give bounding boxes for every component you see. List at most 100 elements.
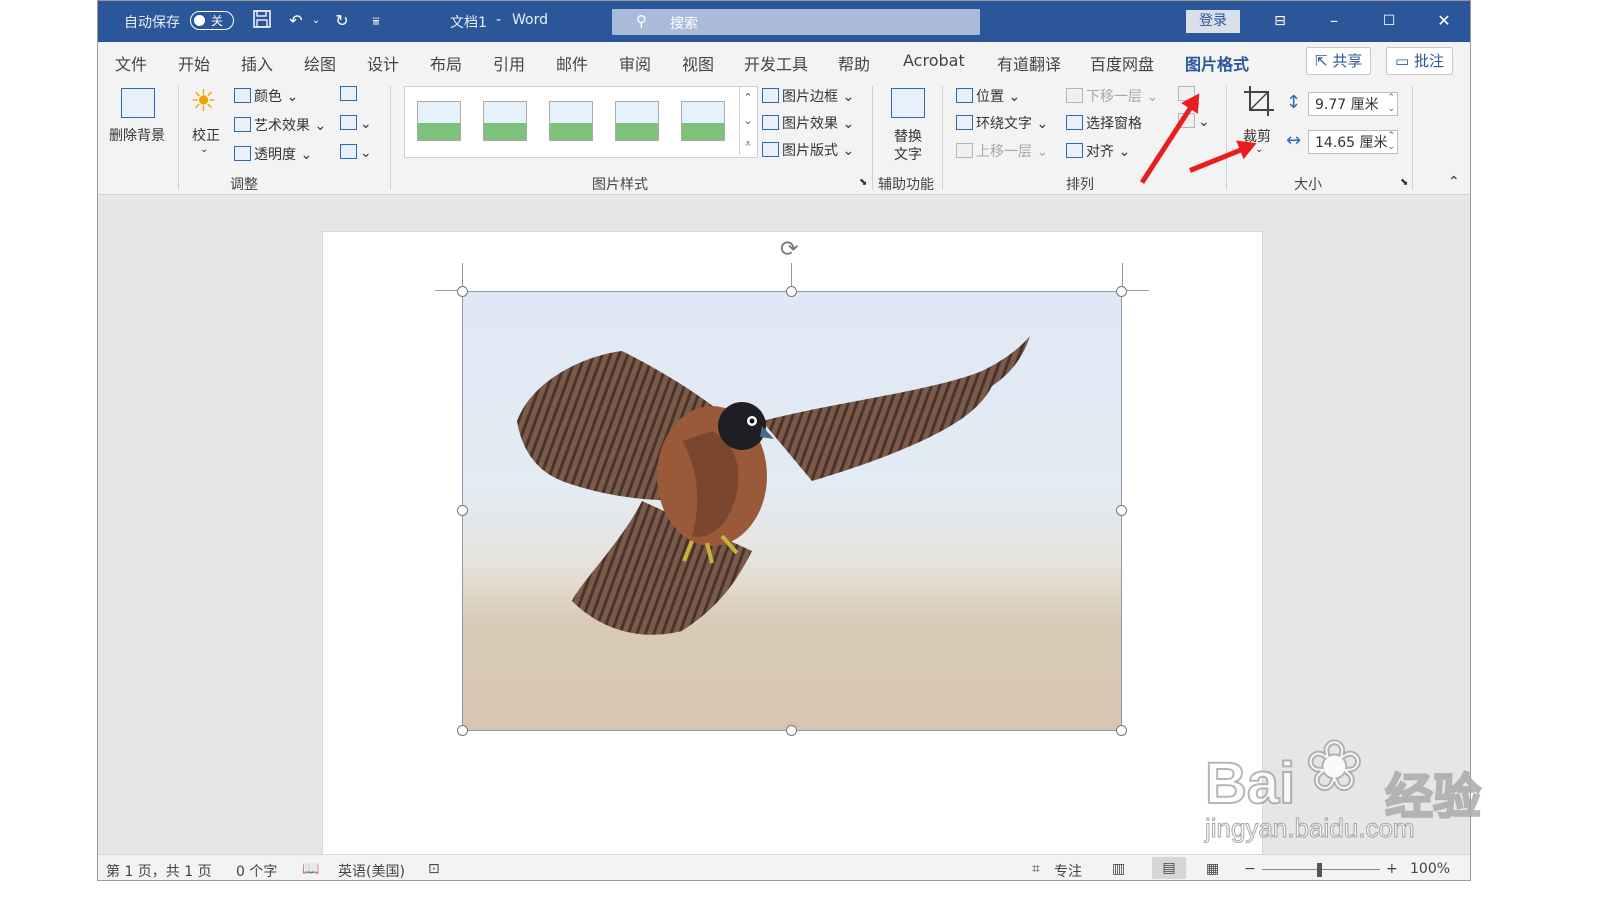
spinner-arrows-icon[interactable]: ⌃ ⌄ xyxy=(1387,93,1395,115)
tab-baidu-netdisk[interactable]: 百度网盘 xyxy=(1090,51,1154,75)
style-thumbnail[interactable] xyxy=(483,101,527,141)
tab-developer[interactable]: 开发工具 xyxy=(744,51,808,75)
compress-pictures-button[interactable] xyxy=(340,86,360,103)
focus-label[interactable]: 专注 xyxy=(1054,861,1082,880)
change-picture-button[interactable]: ⌄ xyxy=(340,115,372,132)
tab-draw[interactable]: 绘图 xyxy=(304,51,336,75)
picture-effects-button[interactable]: 图片效果 ⌄ xyxy=(762,113,854,133)
group-label-accessibility: 辅助功能 xyxy=(878,177,934,193)
separator xyxy=(1412,86,1413,190)
redo-icon[interactable]: ↻ xyxy=(330,9,354,33)
close-icon[interactable]: ✕ xyxy=(1432,9,1456,33)
save-icon[interactable] xyxy=(250,9,274,33)
tab-layout[interactable]: 布局 xyxy=(430,51,462,75)
resize-handle-left[interactable] xyxy=(457,505,468,516)
collapse-ribbon-icon[interactable]: ⌃ xyxy=(1448,174,1460,190)
zoom-slider-thumb[interactable] xyxy=(1317,863,1322,877)
maximize-icon[interactable]: ☐ xyxy=(1377,9,1401,33)
wrap-text-button[interactable]: 环绕文字 ⌄ xyxy=(956,113,1048,133)
color-button[interactable]: 颜色 ⌄ xyxy=(234,86,298,106)
gallery-up-icon[interactable]: ⌃ xyxy=(739,87,756,109)
width-field[interactable]: 14.65 厘米 ⌃ ⌄ xyxy=(1308,130,1398,154)
tab-design[interactable]: 设计 xyxy=(367,51,399,75)
transparency-button[interactable]: 透明度 ⌄ xyxy=(234,144,312,164)
tab-help[interactable]: 帮助 xyxy=(838,51,870,75)
focus-icon[interactable]: ⌗ xyxy=(1032,861,1040,877)
tab-file[interactable]: 文件 xyxy=(115,51,147,75)
share-button[interactable]: ⇱ 共享 xyxy=(1306,47,1372,75)
separator xyxy=(178,86,179,190)
page-count[interactable]: 第 1 页，共 1 页 xyxy=(106,861,212,880)
print-layout-icon[interactable]: ▤ xyxy=(1152,857,1186,879)
tab-home[interactable]: 开始 xyxy=(178,51,210,75)
language-status[interactable]: 英语(美国) xyxy=(338,861,405,880)
ribbon-tabs: 文件 开始 插入 绘图 设计 布局 引用 邮件 审阅 视图 开发工具 帮助 Ac… xyxy=(98,42,1470,82)
align-button[interactable]: 对齐 ⌄ xyxy=(1066,141,1130,161)
group-label-size: 大小 xyxy=(1294,177,1322,193)
bring-forward-icon xyxy=(956,143,973,158)
resize-handle-top-left[interactable] xyxy=(457,286,468,297)
align-label: 对齐 xyxy=(1086,144,1114,160)
zoom-out-button[interactable]: − xyxy=(1244,861,1256,877)
tab-picture-format[interactable]: 图片格式 xyxy=(1185,51,1250,82)
alt-text-label-2: 文字 xyxy=(894,147,922,163)
tab-youdao[interactable]: 有道翻译 xyxy=(997,51,1061,75)
resize-handle-right[interactable] xyxy=(1116,505,1127,516)
resize-handle-bottom[interactable] xyxy=(786,725,797,736)
autosave-toggle[interactable]: 关 xyxy=(190,11,234,30)
gallery-down-icon[interactable]: ⌄ xyxy=(739,110,756,132)
style-thumbnail[interactable] xyxy=(615,101,659,141)
web-layout-icon[interactable]: ▦ xyxy=(1206,861,1219,877)
style-thumbnail[interactable] xyxy=(417,101,461,141)
width-value: 14.65 厘米 xyxy=(1315,135,1388,151)
send-backward-icon xyxy=(1066,88,1083,103)
spinner-arrows-icon[interactable]: ⌃ ⌄ xyxy=(1387,131,1395,153)
accessibility-check-icon[interactable]: ⊡ xyxy=(428,861,440,877)
rotate-handle-icon[interactable]: ⟳ xyxy=(780,237,798,262)
remove-background-label: 删除背景 xyxy=(109,128,165,144)
reset-picture-button[interactable]: ⌄ xyxy=(340,144,372,161)
resize-handle-top[interactable] xyxy=(786,286,797,297)
position-button[interactable]: 位置 ⌄ xyxy=(956,86,1020,106)
resize-handle-bottom-right[interactable] xyxy=(1116,725,1127,736)
picture-effects-icon xyxy=(762,115,779,130)
tab-mailings[interactable]: 邮件 xyxy=(556,51,588,75)
zoom-level[interactable]: 100% xyxy=(1410,861,1450,877)
selection-pane-button[interactable]: 选择窗格 xyxy=(1066,113,1142,133)
tab-acrobat[interactable]: Acrobat xyxy=(903,51,965,70)
separator xyxy=(390,86,391,190)
tab-insert[interactable]: 插入 xyxy=(241,51,273,75)
picture-border-icon xyxy=(762,88,779,103)
picture-layout-button[interactable]: 图片版式 ⌄ xyxy=(762,140,854,160)
selection-pane-icon xyxy=(1066,115,1083,130)
customize-quick-access-icon[interactable]: ⩸ xyxy=(364,9,388,33)
zoom-in-button[interactable]: + xyxy=(1386,861,1398,877)
height-field[interactable]: 9.77 厘米 ⌃ ⌄ xyxy=(1308,92,1398,116)
position-label: 位置 xyxy=(976,89,1004,105)
resize-handle-bottom-left[interactable] xyxy=(457,725,468,736)
tab-review[interactable]: 审阅 xyxy=(619,51,651,75)
search-box[interactable]: ⚲ 搜索 xyxy=(612,9,980,35)
login-button[interactable]: 登录 xyxy=(1186,10,1240,33)
ribbon-display-options-icon[interactable]: ⊟ xyxy=(1268,9,1292,33)
send-backward-button[interactable]: 下移一层 ⌄ xyxy=(1066,86,1158,106)
style-thumbnail[interactable] xyxy=(681,101,725,141)
undo-dropdown-icon[interactable]: ⌄ xyxy=(304,9,328,33)
resize-handle-top-right[interactable] xyxy=(1116,286,1127,297)
alt-text-icon xyxy=(891,88,925,118)
dialog-launcher-icon[interactable]: ⬊ xyxy=(859,177,867,188)
bring-forward-button[interactable]: 上移一层 ⌄ xyxy=(956,141,1048,161)
comments-button[interactable]: ▭ 批注 xyxy=(1386,47,1453,75)
picture-styles-gallery[interactable]: ⌃ ⌄ ⩡ xyxy=(404,86,758,158)
picture-border-button[interactable]: 图片边框 ⌄ xyxy=(762,86,854,106)
proofing-icon[interactable]: 📖 xyxy=(302,861,319,877)
word-count[interactable]: 0 个字 xyxy=(236,861,277,880)
artistic-effects-button[interactable]: 艺术效果 ⌄ xyxy=(234,115,326,135)
gallery-more-icon[interactable]: ⩡ xyxy=(739,133,756,155)
read-mode-icon[interactable]: ▥ xyxy=(1112,861,1125,877)
dialog-launcher-icon[interactable]: ⬊ xyxy=(1400,177,1408,188)
tab-view[interactable]: 视图 xyxy=(682,51,714,75)
minimize-icon[interactable]: – xyxy=(1322,9,1346,33)
tab-references[interactable]: 引用 xyxy=(493,51,525,75)
style-thumbnail[interactable] xyxy=(549,101,593,141)
